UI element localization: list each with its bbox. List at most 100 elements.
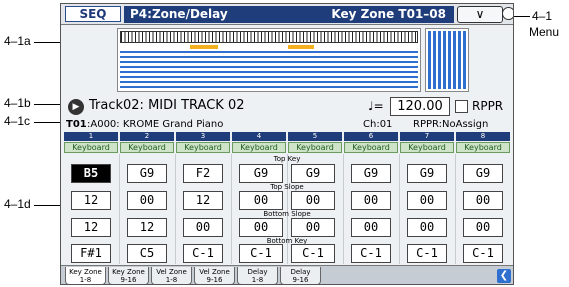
- program-track-id: T01: [66, 119, 87, 130]
- callout-4-1d: 4–1d: [4, 197, 31, 211]
- track-type-label: Keyboard: [400, 142, 454, 153]
- bottom-slope-field[interactable]: 00: [291, 218, 335, 237]
- zone-overview-graphic: [117, 28, 421, 92]
- top-key-field[interactable]: G9: [291, 164, 335, 183]
- tempo-field[interactable]: 120.00: [390, 97, 450, 116]
- program-info-row: T01 :A000: KROME Grand Piano Ch:01 RPPR:…: [61, 118, 513, 132]
- callout-line-4-1b: [34, 104, 60, 105]
- tab-sublabel: 9-16: [120, 276, 137, 284]
- bottom-key-field[interactable]: C-1: [351, 244, 391, 263]
- page-title: P4:Zone/Delay: [130, 7, 228, 21]
- bottom-key-field[interactable]: C-1: [463, 244, 503, 263]
- track-select[interactable]: Track02: MIDI TRACK 02: [89, 98, 245, 113]
- tab-sublabel: 1-8: [165, 276, 178, 284]
- track-type-label: Keyboard: [232, 142, 286, 153]
- tab-key-zone-9-16[interactable]: Key Zone 9-16: [108, 267, 149, 284]
- top-key-field[interactable]: G9: [239, 164, 283, 183]
- top-key-field[interactable]: G9: [127, 164, 167, 183]
- lcd-screen: SEQ P4:Zone/Delay Key Zone T01–08 ∨ ▶ Tr…: [60, 3, 514, 285]
- top-slope-field[interactable]: 12: [71, 191, 111, 210]
- bottom-slope-field[interactable]: 12: [71, 218, 111, 237]
- callout-line-menu: [514, 16, 530, 17]
- bottom-key-field[interactable]: C-1: [407, 244, 447, 263]
- program-name: :A000: KROME Grand Piano: [87, 119, 224, 130]
- rppr-checkbox[interactable]: [455, 100, 468, 113]
- bottom-slope-label: Bottom Slope: [263, 210, 311, 218]
- top-slope-field[interactable]: 00: [239, 191, 283, 210]
- track-type-label: Keyboard: [64, 142, 118, 153]
- velocity-overview-graphic: [425, 28, 469, 92]
- track-number: 8: [456, 132, 510, 141]
- play-icon[interactable]: ▶: [68, 99, 84, 115]
- bottom-key-field[interactable]: F#1: [71, 244, 111, 263]
- chevron-down-icon: ∨: [475, 7, 485, 21]
- top-key-field[interactable]: G9: [351, 164, 391, 183]
- tab-delay-9-16[interactable]: Delay 9-16: [280, 267, 321, 284]
- top-slope-field[interactable]: 00: [127, 191, 167, 210]
- tab-title: Key Zone T01–08: [331, 7, 446, 21]
- top-key-field[interactable]: G9: [407, 164, 447, 183]
- bottom-key-field[interactable]: C-1: [239, 244, 283, 263]
- top-slope-label: Top Slope: [270, 183, 304, 191]
- column-divider: [343, 154, 344, 264]
- tab-sublabel: 1-8: [79, 276, 92, 284]
- tab-label: Delay: [290, 268, 311, 276]
- column-divider: [175, 154, 176, 264]
- top-key-field[interactable]: B5: [71, 164, 111, 183]
- column-divider: [119, 154, 120, 264]
- tab-label: Delay: [247, 268, 268, 276]
- zone-bar: [190, 45, 218, 49]
- column-divider: [455, 154, 456, 264]
- clock-icon: [502, 7, 513, 20]
- bottom-slope-field[interactable]: 00: [239, 218, 283, 237]
- top-slope-field[interactable]: 00: [463, 191, 503, 210]
- rppr-label: RPPR: [472, 99, 504, 113]
- bottom-slope-field[interactable]: 00: [407, 218, 447, 237]
- quarter-note-icon: ♩=: [368, 99, 384, 113]
- track-number: 2: [120, 132, 174, 141]
- top-key-label: Top Key: [273, 155, 301, 163]
- tab-label: Key Zone: [69, 268, 102, 276]
- zone-parameter-grid: Top Key Top Slope Bottom Slope Bottom Ke…: [63, 154, 511, 264]
- track-number: 6: [344, 132, 398, 141]
- bottom-slope-field[interactable]: 12: [127, 218, 167, 237]
- callout-4-1b: 4–1b: [4, 96, 31, 110]
- track-select-row: ▶ Track02: MIDI TRACK 02 ♩= 120.00 RPPR: [66, 96, 510, 118]
- bottom-key-field[interactable]: C5: [127, 244, 167, 263]
- top-key-field[interactable]: G9: [463, 164, 503, 183]
- tab-vel-zone-9-16[interactable]: Vel Zone 9-16: [194, 267, 235, 284]
- tab-key-zone-1-8[interactable]: Key Zone 1-8: [65, 267, 106, 284]
- callout-4-1a: 4–1a: [4, 34, 31, 48]
- bottom-slope-field[interactable]: 00: [351, 218, 391, 237]
- tab-sublabel: 9-16: [206, 276, 223, 284]
- velocity-zone-bars: [428, 31, 466, 89]
- bottom-key-field[interactable]: C-1: [291, 244, 335, 263]
- top-key-field[interactable]: F2: [183, 164, 223, 183]
- page-tabs: Key Zone 1-8 Key Zone 9-16 Vel Zone 1-8 …: [61, 265, 513, 284]
- top-slope-field[interactable]: 00: [351, 191, 391, 210]
- bottom-slope-field[interactable]: 00: [183, 218, 223, 237]
- bottom-key-field[interactable]: C-1: [183, 244, 223, 263]
- top-slope-field[interactable]: 12: [183, 191, 223, 210]
- tab-sublabel: 1-8: [251, 276, 264, 284]
- tab-sublabel: 9-16: [292, 276, 309, 284]
- tab-label: Vel Zone: [156, 268, 187, 276]
- tab-delay-1-8[interactable]: Delay 1-8: [237, 267, 278, 284]
- callout-4-1c: 4–1c: [4, 114, 31, 128]
- callout-line-4-1c: [34, 122, 60, 123]
- chevron-left-icon[interactable]: ❮: [497, 269, 511, 283]
- track-type-label: Keyboard: [456, 142, 510, 153]
- track-type-row: Keyboard Keyboard Keyboard Keyboard Keyb…: [63, 142, 511, 153]
- top-slope-field[interactable]: 00: [407, 191, 447, 210]
- bottom-slope-field[interactable]: 00: [463, 218, 503, 237]
- track-type-label: Keyboard: [344, 142, 398, 153]
- track-type-label: Keyboard: [176, 142, 230, 153]
- mode-indicator[interactable]: SEQ: [65, 6, 121, 22]
- top-slope-field[interactable]: 00: [291, 191, 335, 210]
- track-number: 3: [176, 132, 230, 141]
- tab-vel-zone-1-8[interactable]: Vel Zone 1-8: [151, 267, 192, 284]
- tab-label: Key Zone: [112, 268, 145, 276]
- page-menu-button[interactable]: ∨: [457, 6, 503, 23]
- column-divider: [399, 154, 400, 264]
- midi-channel: Ch:01: [363, 119, 393, 130]
